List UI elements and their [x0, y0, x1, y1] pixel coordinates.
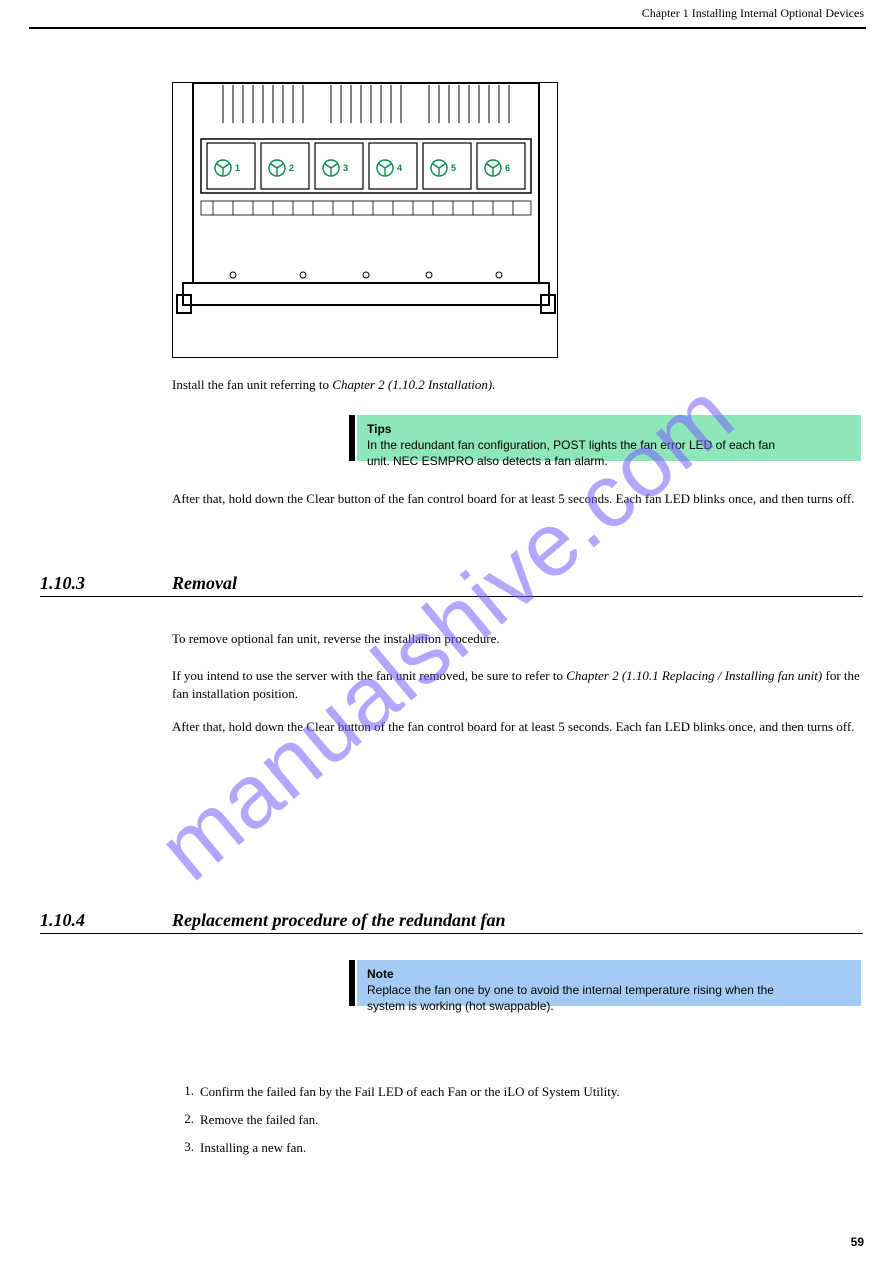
section-title-removal: Removal — [172, 573, 237, 594]
list-item-2: Remove the failed fan. — [200, 1111, 860, 1129]
note-text: Replace the fan one by one to avoid the … — [367, 982, 777, 1014]
caption-xref: Chapter 2 (1.10.2 Installation). — [332, 377, 495, 392]
tips-block: Tips In the redundant fan configuration,… — [357, 415, 861, 461]
removal-para3: After that, hold down the Clear button o… — [172, 718, 860, 736]
removal-para2: If you intend to use the server with the… — [172, 667, 860, 703]
note-block: Note Replace the fan one by one to avoid… — [357, 960, 861, 1006]
section-title-replace: Replacement procedure of the redundant f… — [172, 910, 506, 931]
figure-fan-units: 1 2 3 4 5 6 — [172, 82, 558, 358]
fan-label-4: 4 — [397, 163, 402, 173]
tip-text: In the redundant fan configuration, POST… — [367, 437, 777, 469]
page: Chapter 1 Installing Internal Optional D… — [0, 0, 893, 1263]
list-num-1: 1. — [180, 1083, 194, 1099]
list-num-2: 2. — [180, 1111, 194, 1127]
removal-xref: Chapter 2 (1.10.1 Replacing / Installing… — [566, 668, 822, 683]
note-label: Note — [367, 966, 439, 982]
list-item-1: Confirm the failed fan by the Fail LED o… — [200, 1083, 860, 1101]
section-number-removal: 1.10.3 — [40, 573, 85, 594]
list-num-3: 3. — [180, 1139, 194, 1155]
section-rule-replace — [40, 933, 863, 934]
page-number: 59 — [851, 1235, 864, 1249]
header-chapter: Chapter 1 Installing Internal Optional D… — [642, 6, 864, 21]
tip-label: Tips — [367, 421, 439, 437]
removal-para2a: If you intend to use the server with the… — [172, 668, 566, 683]
server-top-diagram: 1 2 3 4 5 6 — [173, 83, 558, 358]
list-item-3: Installing a new fan. — [200, 1139, 860, 1157]
section-number-replace: 1.10.4 — [40, 910, 85, 931]
fan-label-2: 2 — [289, 163, 294, 173]
removal-para1: To remove optional fan unit, reverse the… — [172, 630, 860, 648]
caption-prefix: Install the fan unit referring to — [172, 377, 332, 392]
fan-label-6: 6 — [505, 163, 510, 173]
note-stripe — [349, 960, 355, 1006]
figure-caption: Install the fan unit referring to Chapte… — [172, 376, 860, 394]
fan-label-1: 1 — [235, 163, 240, 173]
header-rule — [29, 27, 866, 29]
fan-label-5: 5 — [451, 163, 456, 173]
tip-stripe — [349, 415, 355, 461]
tip-followup: After that, hold down the Clear button o… — [172, 490, 860, 508]
fan-label-3: 3 — [343, 163, 348, 173]
section-rule-removal — [40, 596, 863, 597]
